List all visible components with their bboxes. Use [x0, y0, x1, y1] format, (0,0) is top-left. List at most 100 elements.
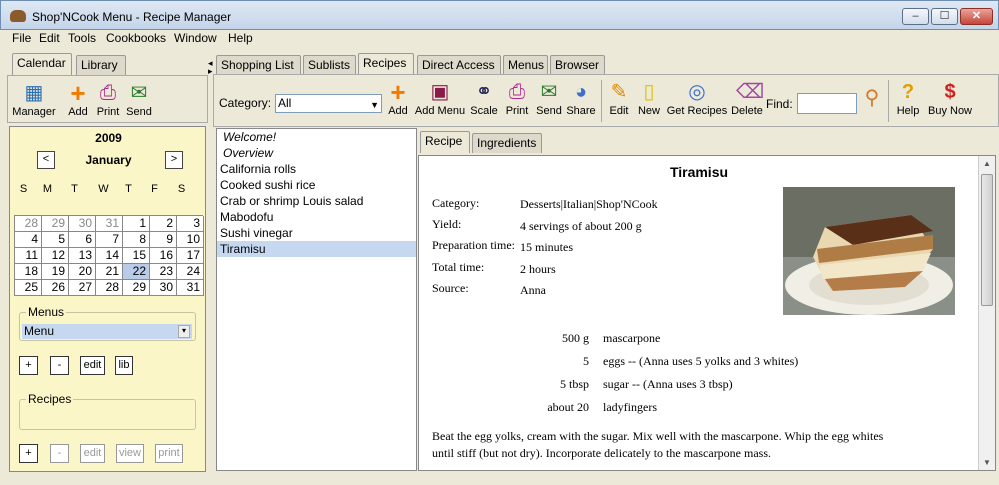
tab-sublists[interactable]: Sublists [303, 55, 356, 75]
calendar-day[interactable]: 30 [69, 216, 96, 232]
tab-menus[interactable]: Menus [503, 55, 548, 75]
calendar-day[interactable]: 19 [42, 264, 69, 280]
calendar-day[interactable]: 30 [150, 280, 177, 296]
calendar-day[interactable]: 31 [96, 216, 123, 232]
menu-cookbooks[interactable]: Cookbooks [106, 31, 166, 45]
print-toolbar-button[interactable]: ⎙ Print [503, 81, 531, 117]
calendar-day-selected[interactable]: 22 [123, 264, 150, 280]
tab-browser[interactable]: Browser [550, 55, 605, 75]
send-button[interactable]: ✉ Send [123, 82, 155, 118]
print-button[interactable]: ⎙ Print [94, 82, 122, 118]
list-item[interactable]: Sushi vinegar [217, 225, 416, 241]
tab-shopping-list[interactable]: Shopping List [216, 55, 301, 75]
calendar-day[interactable]: 23 [150, 264, 177, 280]
calendar-day[interactable]: 3 [177, 216, 204, 232]
calendar-day[interactable]: 20 [69, 264, 96, 280]
scroll-down-icon[interactable]: ▼ [983, 458, 991, 467]
scrollbar-thumb[interactable] [981, 174, 993, 306]
calendar-day[interactable]: 29 [123, 280, 150, 296]
menu-window[interactable]: Window [174, 31, 217, 45]
print-recipe-button[interactable]: print [155, 444, 183, 463]
tab-recipe[interactable]: Recipe [420, 131, 470, 153]
find-input[interactable] [797, 93, 857, 114]
maximize-button[interactable]: ☐ [931, 8, 958, 25]
calendar-day[interactable]: 16 [150, 248, 177, 264]
calendar-day[interactable]: 14 [96, 248, 123, 264]
find-go-button[interactable]: ⚲ [861, 87, 883, 111]
calendar-day[interactable]: 28 [96, 280, 123, 296]
category-select[interactable]: All ▼ [275, 94, 382, 113]
buy-now-button[interactable]: $ Buy Now [925, 81, 975, 117]
edit-menu-button[interactable]: edit [80, 356, 105, 375]
tab-library[interactable]: Library [76, 55, 126, 75]
add-recipe-button[interactable]: + [19, 444, 38, 463]
title-bar[interactable]: Shop'NCook Menu - Recipe Manager – ☐ ✕ [0, 0, 999, 30]
menu-help[interactable]: Help [228, 31, 253, 45]
calendar-day[interactable]: 12 [42, 248, 69, 264]
calendar-day[interactable]: 5 [42, 232, 69, 248]
manager-button[interactable]: ▦ Manager [11, 82, 57, 118]
menu-edit[interactable]: Edit [39, 31, 60, 45]
close-button[interactable]: ✕ [960, 8, 993, 25]
delete-button[interactable]: ⌫ Delete [730, 81, 764, 117]
calendar-day[interactable]: 2 [150, 216, 177, 232]
calendar-day[interactable]: 9 [150, 232, 177, 248]
tab-recipes[interactable]: Recipes [358, 53, 414, 75]
add-button[interactable]: + Add [63, 80, 93, 118]
calendar-day[interactable]: 27 [69, 280, 96, 296]
list-item[interactable]: Mabodofu [217, 209, 416, 225]
help-button[interactable]: ? Help [894, 81, 922, 117]
remove-menu-button[interactable]: - [50, 356, 69, 375]
list-item[interactable]: California rolls [217, 161, 416, 177]
minimize-button[interactable]: – [902, 8, 929, 25]
next-month-button[interactable]: > [165, 151, 183, 169]
edit-toolbar-button[interactable]: ✎ Edit [606, 81, 632, 117]
tab-direct-access[interactable]: Direct Access [417, 55, 501, 75]
tab-ingredients[interactable]: Ingredients [472, 133, 542, 153]
calendar-day[interactable]: 25 [15, 280, 42, 296]
calendar-day[interactable]: 4 [15, 232, 42, 248]
get-recipes-button[interactable]: ◎ Get Recipes [666, 81, 728, 117]
menu-file[interactable]: File [12, 31, 31, 45]
ingredient-text: eggs -- (Anna uses 5 yolks and 3 whites) [603, 354, 799, 368]
expand-right-arrow[interactable]: ▸ [208, 66, 213, 77]
calendar-day[interactable]: 13 [69, 248, 96, 264]
remove-recipe-button[interactable]: - [50, 444, 69, 463]
list-item[interactable]: Cooked sushi rice [217, 177, 416, 193]
list-item[interactable]: Welcome! [217, 129, 416, 145]
send-toolbar-button[interactable]: ✉ Send [533, 81, 565, 117]
calendar-day[interactable]: 31 [177, 280, 204, 296]
calendar-day[interactable]: 21 [96, 264, 123, 280]
add-menu-button[interactable]: + [19, 356, 38, 375]
scroll-up-icon[interactable]: ▲ [983, 159, 991, 168]
calendar-day[interactable]: 15 [123, 248, 150, 264]
calendar-day[interactable]: 28 [15, 216, 42, 232]
calendar-day[interactable]: 6 [69, 232, 96, 248]
calendar-day[interactable]: 11 [15, 248, 42, 264]
add-menu-toolbar-button[interactable]: ▣ Add Menu [414, 81, 466, 117]
menu-tools[interactable]: Tools [68, 31, 96, 45]
menu-list-scroll[interactable]: ▾ [178, 325, 190, 338]
list-item-selected[interactable]: Tiramisu [217, 241, 416, 257]
new-button[interactable]: ▯ New [635, 81, 663, 117]
calendar-day[interactable]: 10 [177, 232, 204, 248]
recipe-scrollbar[interactable]: ▲ ▼ [978, 156, 995, 470]
share-button[interactable]: ◕ Share [564, 81, 598, 117]
calendar-day[interactable]: 29 [42, 216, 69, 232]
calendar-day[interactable]: 1 [123, 216, 150, 232]
menu-library-button[interactable]: lib [115, 356, 133, 375]
calendar-day[interactable]: 18 [15, 264, 42, 280]
calendar-day[interactable]: 8 [123, 232, 150, 248]
calendar-day[interactable]: 24 [177, 264, 204, 280]
calendar-day[interactable]: 26 [42, 280, 69, 296]
menu-list-item[interactable]: Menu [22, 324, 192, 339]
view-recipe-button[interactable]: view [116, 444, 144, 463]
calendar-day[interactable]: 7 [96, 232, 123, 248]
calendar-day[interactable]: 17 [177, 248, 204, 264]
add-recipe-toolbar-button[interactable]: + Add [384, 79, 412, 117]
list-item[interactable]: Crab or shrimp Louis salad [217, 193, 416, 209]
scale-button[interactable]: ⚭ Scale [468, 81, 500, 117]
tab-calendar[interactable]: Calendar [12, 53, 72, 75]
edit-recipe-button[interactable]: edit [80, 444, 105, 463]
list-item[interactable]: Overview [217, 145, 416, 161]
